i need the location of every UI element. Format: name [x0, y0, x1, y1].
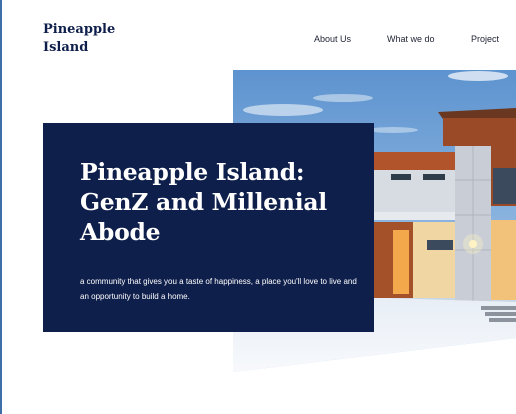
- nav-about-us[interactable]: About Us: [314, 34, 351, 44]
- hero-title: Pineapple Island: GenZ and Millenial Abo…: [80, 158, 327, 246]
- nav-project[interactable]: Project: [471, 34, 499, 44]
- top-nav: About Us What we do Project: [0, 34, 516, 48]
- nav-what-we-do[interactable]: What we do: [387, 34, 435, 44]
- left-edge-rule: [0, 0, 2, 414]
- hero-card: Pineapple Island: GenZ and Millenial Abo…: [43, 123, 374, 332]
- hero-description: a community that gives you a taste of ha…: [80, 277, 357, 301]
